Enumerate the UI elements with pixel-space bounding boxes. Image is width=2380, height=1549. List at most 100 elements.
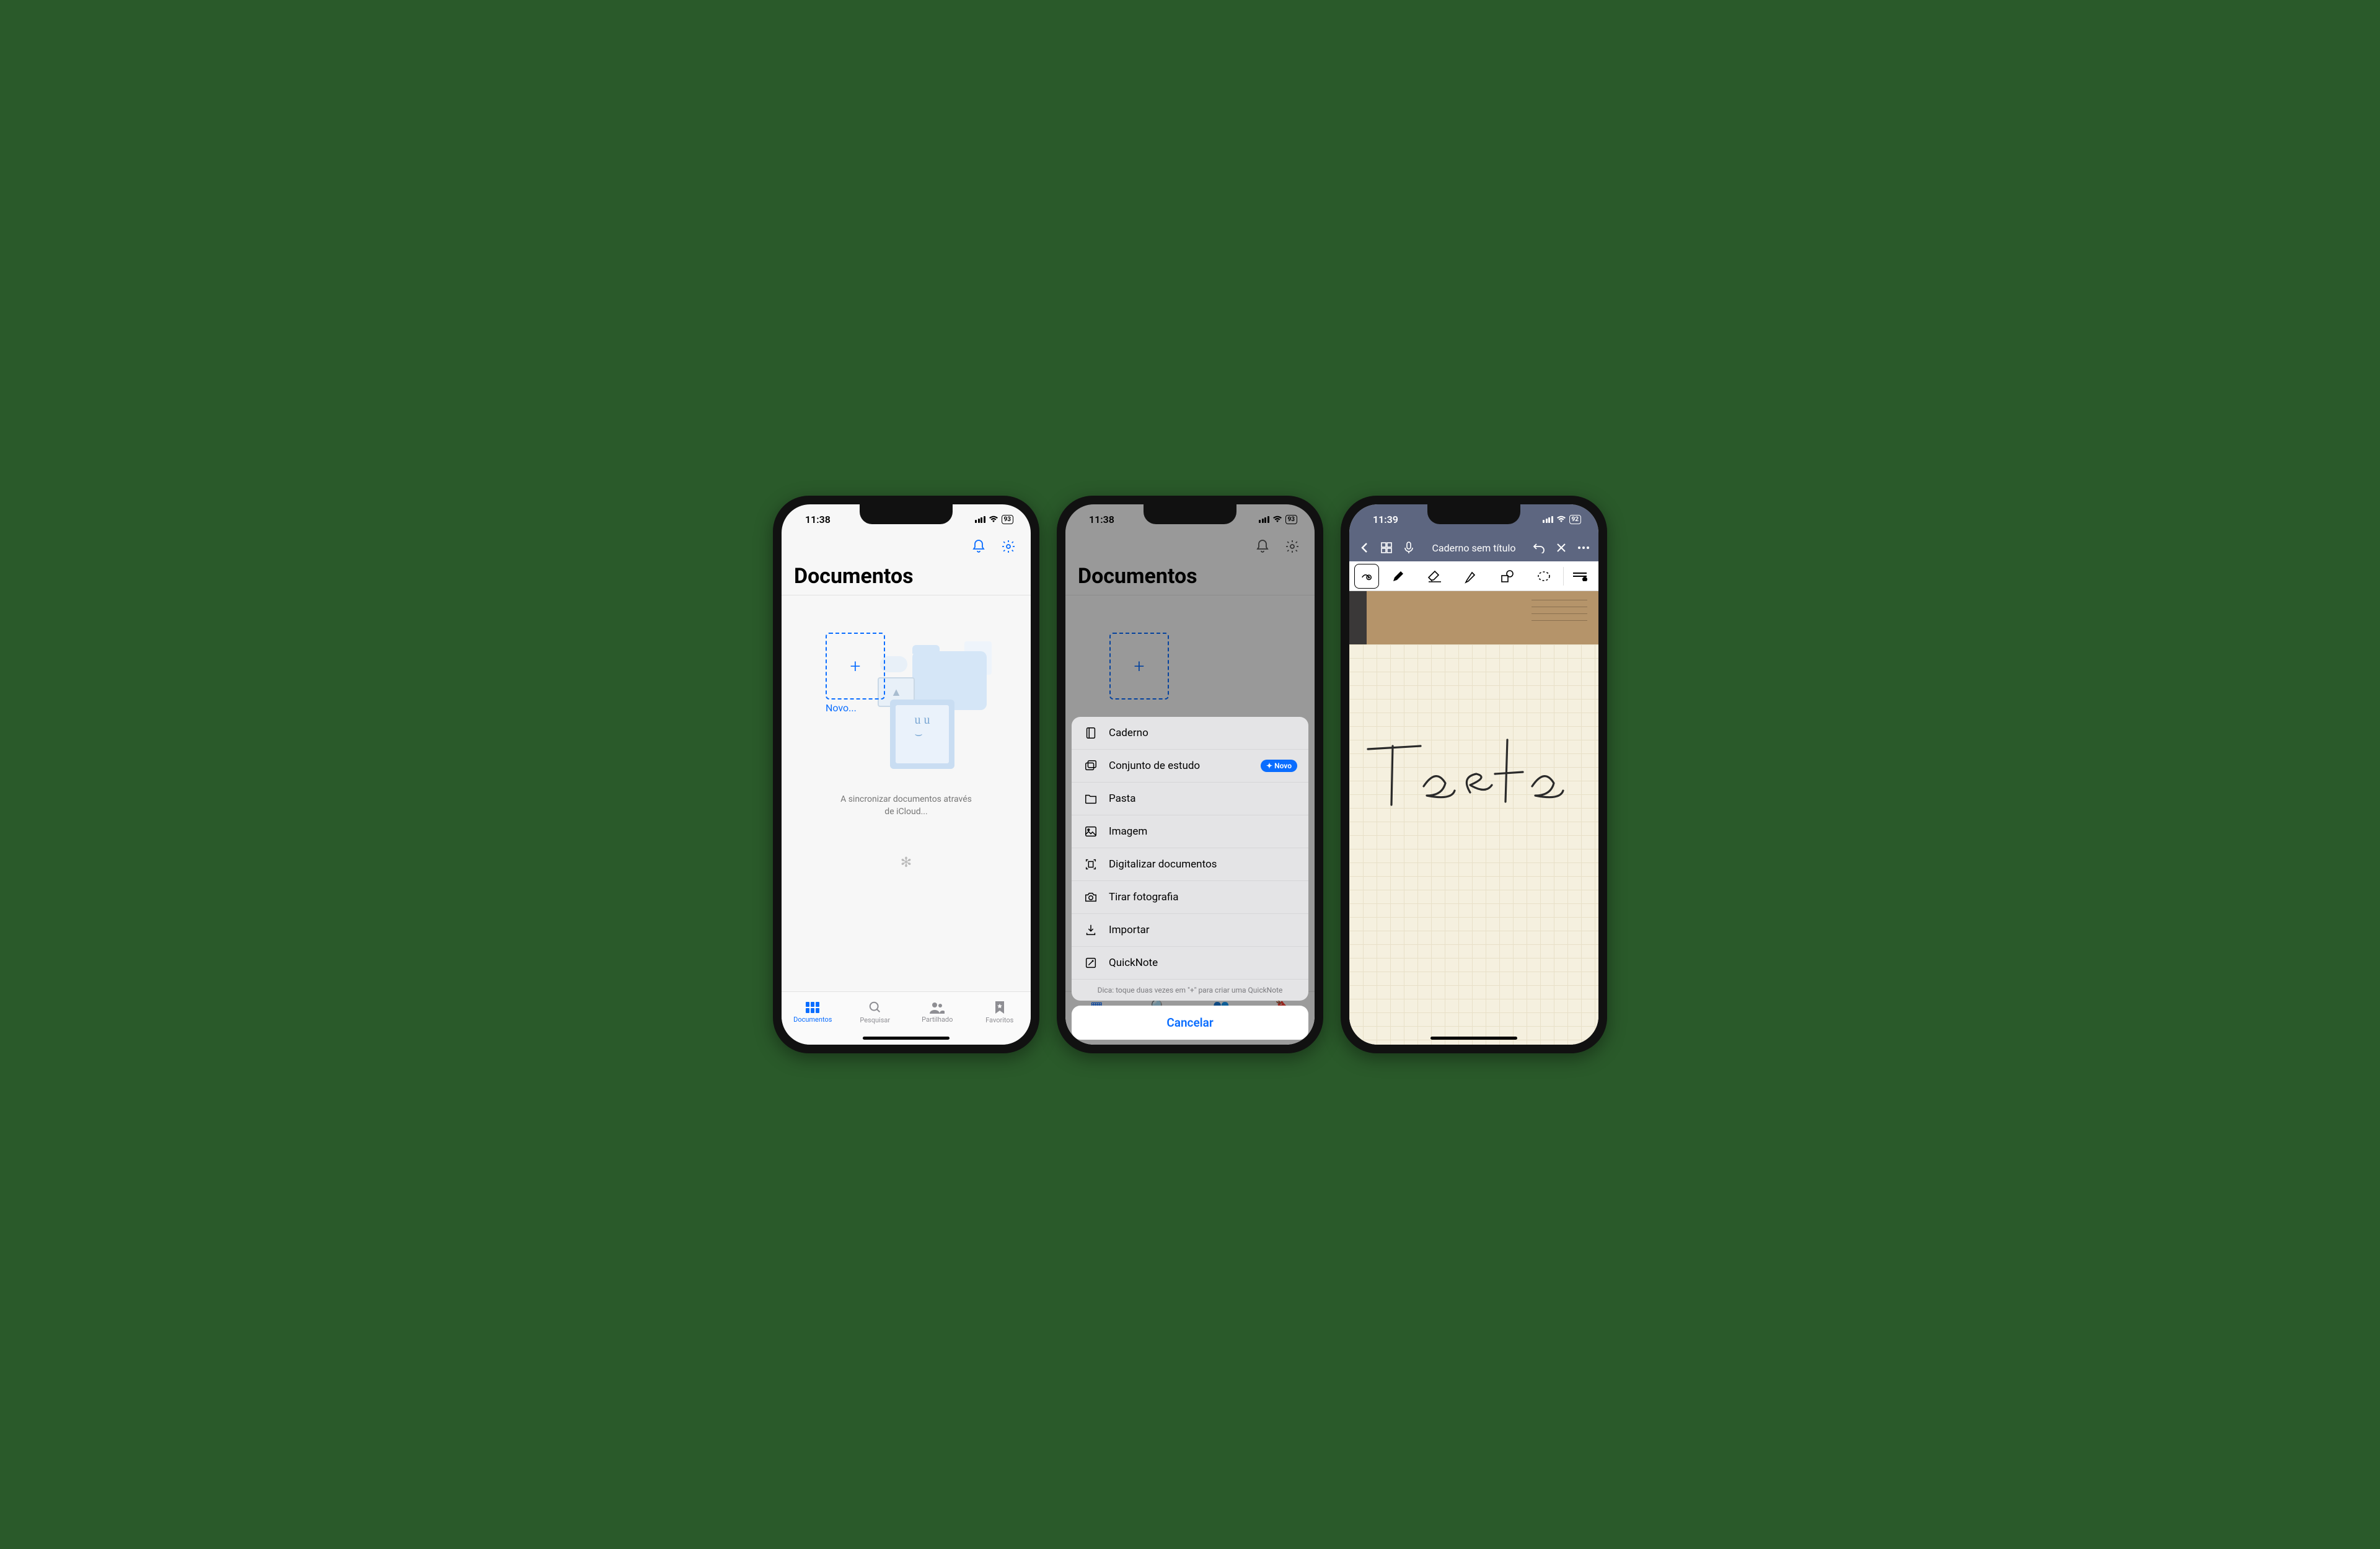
- people-icon: [929, 1001, 945, 1014]
- cancel-button[interactable]: Cancelar: [1072, 1006, 1308, 1040]
- tab-pesquisar[interactable]: Pesquisar: [844, 992, 907, 1032]
- more-button[interactable]: [1575, 539, 1592, 556]
- action-sheet: Caderno Conjunto de estudo ✦ Novo Pasta …: [1072, 717, 1308, 1040]
- notifications-button[interactable]: [1253, 537, 1272, 556]
- image-icon: [1083, 825, 1099, 838]
- camera-icon: [1083, 890, 1099, 904]
- status-time: 11:38: [805, 514, 975, 525]
- wifi-icon: [1272, 516, 1282, 523]
- menu-digitalizar[interactable]: Digitalizar documentos: [1072, 848, 1308, 881]
- zoom-tool[interactable]: [1354, 564, 1379, 589]
- status-indicators: 93: [1259, 515, 1297, 524]
- tab-label: Partilhado: [922, 1016, 953, 1024]
- menu-label: Importar: [1109, 924, 1297, 936]
- thumbnails-button[interactable]: [1378, 539, 1395, 556]
- cellular-icon: [975, 516, 985, 523]
- sync-status-text: A sincronizar documentos através de iClo…: [838, 794, 974, 818]
- menu-label: Tirar fotografia: [1109, 891, 1297, 903]
- empty-state: ▲ u u⌣ + Novo... A sincronizar documento…: [782, 595, 1031, 991]
- phone-2: 11:38 93 Documentos + ▦Documento: [1057, 496, 1323, 1053]
- phone-1: 11:38 93 Documentos ▲: [773, 496, 1039, 1053]
- page-title: Documentos: [782, 561, 1031, 595]
- battery-indicator: 92: [1569, 515, 1581, 524]
- menu-caderno[interactable]: Caderno: [1072, 717, 1308, 750]
- status-time: 11:39: [1373, 514, 1543, 525]
- screen-new-menu: 11:38 93 Documentos + ▦Documento: [1065, 504, 1315, 1045]
- tab-label: Favoritos: [985, 1016, 1013, 1024]
- menu-importar[interactable]: Importar: [1072, 914, 1308, 947]
- menu-label: Imagem: [1109, 825, 1297, 838]
- loading-spinner: ✻: [901, 855, 912, 871]
- header-actions: [782, 534, 1031, 561]
- battery-indicator: 93: [1285, 515, 1297, 524]
- status-bar: 11:39 92: [1349, 504, 1598, 534]
- menu-imagem[interactable]: Imagem: [1072, 815, 1308, 848]
- import-icon: [1083, 923, 1099, 937]
- stack-icon: [1083, 759, 1099, 773]
- grid-icon: [805, 1001, 820, 1014]
- close-button[interactable]: [1553, 539, 1570, 556]
- eraser-tool[interactable]: [1418, 564, 1452, 589]
- scan-icon: [1083, 858, 1099, 871]
- canvas[interactable]: [1349, 591, 1598, 1045]
- tab-documentos[interactable]: Documentos: [782, 992, 844, 1032]
- phone-3: 11:39 92 Caderno sem título: [1341, 496, 1607, 1053]
- tab-partilhado[interactable]: Partilhado: [906, 992, 969, 1032]
- action-sheet-group: Caderno Conjunto de estudo ✦ Novo Pasta …: [1072, 717, 1308, 1001]
- wifi-icon: [1556, 516, 1566, 523]
- illustration: ▲ u u⌣ + Novo...: [826, 633, 987, 769]
- notifications-button[interactable]: [969, 537, 989, 556]
- new-document-button[interactable]: +: [1109, 633, 1169, 700]
- screen-notebook: 11:39 92 Caderno sem título: [1349, 504, 1598, 1045]
- menu-label: QuickNote: [1109, 957, 1297, 969]
- tab-label: Documentos: [793, 1016, 832, 1024]
- menu-label: Caderno: [1109, 727, 1297, 739]
- drawing-toolbar: [1349, 561, 1598, 591]
- menu-label: Digitalizar documentos: [1109, 858, 1297, 871]
- status-indicators: 92: [1543, 515, 1581, 524]
- menu-fotografia[interactable]: Tirar fotografia: [1072, 881, 1308, 914]
- sheet-tip: Dica: toque duas vezes em "+" para criar…: [1072, 980, 1308, 1001]
- shapes-tool[interactable]: [1491, 564, 1525, 589]
- cellular-icon: [1543, 516, 1553, 523]
- wifi-icon: [989, 516, 998, 523]
- status-indicators: 93: [975, 515, 1013, 524]
- settings-button[interactable]: [998, 537, 1018, 556]
- battery-indicator: 93: [1002, 515, 1013, 524]
- notebook-icon: [1083, 726, 1099, 740]
- search-icon: [868, 1001, 882, 1014]
- menu-pasta[interactable]: Pasta: [1072, 783, 1308, 815]
- style-menu[interactable]: [1566, 564, 1593, 589]
- quicknote-icon: [1083, 956, 1099, 970]
- page-title: Documentos: [1065, 561, 1315, 595]
- notebook-shape: u u⌣: [890, 700, 954, 769]
- tab-favoritos[interactable]: Favoritos: [969, 992, 1031, 1032]
- header-actions: [1065, 534, 1315, 561]
- screen-documents: 11:38 93 Documentos ▲: [782, 504, 1031, 1045]
- mic-button[interactable]: [1400, 539, 1417, 556]
- back-button[interactable]: [1355, 539, 1373, 556]
- folder-icon: [1083, 792, 1099, 805]
- status-bar: 11:38 93: [782, 504, 1031, 534]
- highlighter-tool[interactable]: [1454, 564, 1488, 589]
- menu-label: Conjunto de estudo: [1109, 760, 1251, 772]
- new-document-label: Novo...: [826, 702, 857, 714]
- menu-quicknote[interactable]: QuickNote: [1072, 947, 1308, 980]
- menu-conjunto-estudo[interactable]: Conjunto de estudo ✦ Novo: [1072, 750, 1308, 783]
- settings-button[interactable]: [1282, 537, 1302, 556]
- pen-tool[interactable]: [1382, 564, 1416, 589]
- notebook-cover: [1349, 591, 1598, 644]
- status-time: 11:38: [1089, 514, 1259, 525]
- home-indicator[interactable]: [863, 1037, 950, 1040]
- status-bar: 11:38 93: [1065, 504, 1315, 534]
- grid-paper[interactable]: [1349, 644, 1598, 1045]
- bookmark-icon: [994, 1001, 1005, 1014]
- menu-label: Pasta: [1109, 792, 1297, 805]
- cellular-icon: [1259, 516, 1269, 523]
- undo-button[interactable]: [1530, 539, 1548, 556]
- new-document-button[interactable]: +: [826, 633, 885, 700]
- home-indicator[interactable]: [1430, 1037, 1517, 1040]
- notebook-title[interactable]: Caderno sem título: [1422, 542, 1525, 554]
- lasso-tool[interactable]: [1527, 564, 1561, 589]
- notebook-nav: Caderno sem título: [1349, 534, 1598, 561]
